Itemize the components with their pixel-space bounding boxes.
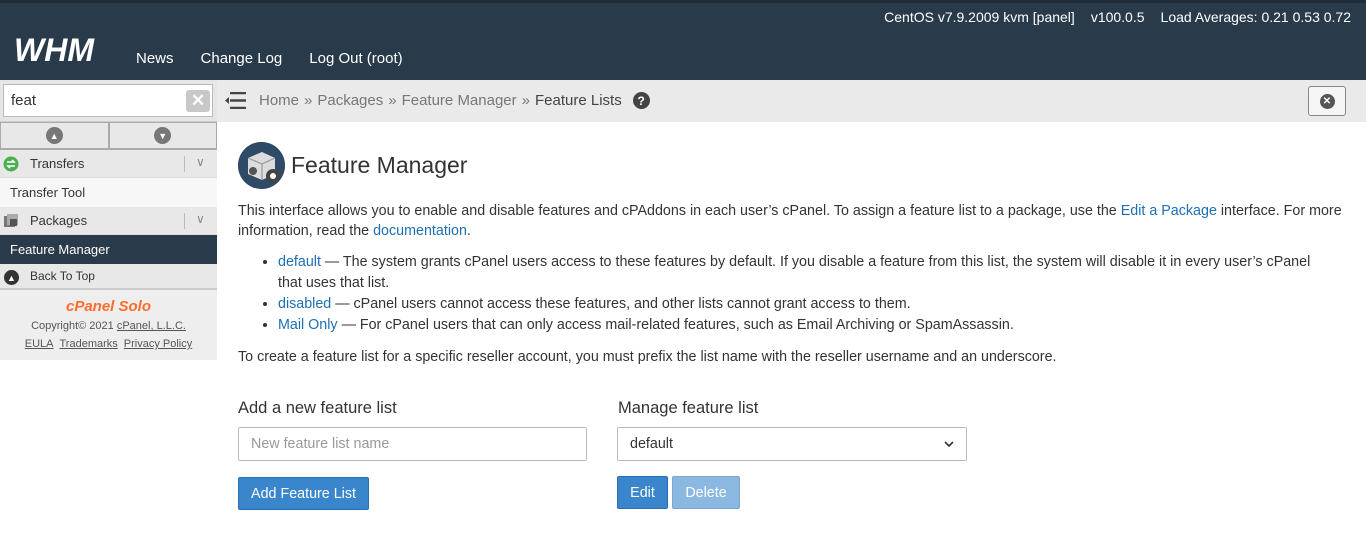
page-description: This interface allows you to enable and … xyxy=(238,203,1342,239)
sidebar: ✕ ▲ ▼ Transfers ∨ Transfer Tool Packages… xyxy=(0,80,217,552)
reseller-note: To create a feature list for a specific … xyxy=(238,349,1057,365)
eula-link[interactable]: EULA xyxy=(25,338,54,350)
category-packages[interactable]: Packages ∨ xyxy=(0,207,217,235)
arrow-up-icon: ▲ xyxy=(4,270,19,285)
mail-only-list-link[interactable]: Mail Only xyxy=(278,317,338,333)
category-label: Packages xyxy=(30,213,88,228)
scroll-up-button[interactable]: ▲ xyxy=(0,122,109,149)
close-button[interactable]: ✕ xyxy=(1308,86,1346,116)
search-input[interactable] xyxy=(3,84,213,117)
breadcrumb-bar: Home » Packages » Feature Manager » Feat… xyxy=(217,80,1366,122)
clear-search-icon[interactable]: ✕ xyxy=(186,90,210,112)
page-header: Feature Manager xyxy=(238,142,467,189)
delete-button[interactable]: Delete xyxy=(672,476,740,509)
feature-list-name-input[interactable] xyxy=(238,427,587,461)
breadcrumb-home[interactable]: Home xyxy=(259,92,299,109)
system-info: CentOS v7.9.2009 kvm [panel] v100.0.5 Lo… xyxy=(884,9,1351,25)
disabled-list-link[interactable]: disabled xyxy=(278,296,331,312)
cpanel-solo-logo: cPanel Solo xyxy=(65,298,152,315)
breadcrumb: Home » Packages » Feature Manager » Feat… xyxy=(259,92,650,109)
os-info: CentOS v7.9.2009 kvm [panel] xyxy=(884,9,1075,25)
svg-text:WHM: WHM xyxy=(14,34,95,66)
arrow-up-icon: ▲ xyxy=(45,127,63,144)
manage-feature-list-label: Manage feature list xyxy=(618,399,759,417)
feature-list-descriptions: default — The system grants cPanel users… xyxy=(278,252,1338,336)
category-transfers[interactable]: Transfers ∨ xyxy=(0,150,217,178)
company-link[interactable]: cPanel, L.L.C. xyxy=(117,320,186,332)
collapse-chevron-icon[interactable]: ∨ xyxy=(196,212,205,226)
breadcrumb-feature-manager[interactable]: Feature Manager xyxy=(402,92,517,109)
whm-logo[interactable]: WHM xyxy=(14,34,116,66)
nav-news[interactable]: News xyxy=(136,50,174,67)
privacy-link[interactable]: Privacy Policy xyxy=(124,338,192,350)
trademarks-link[interactable]: Trademarks xyxy=(60,338,118,350)
collapse-sidebar-icon[interactable] xyxy=(225,92,246,109)
nav-logout[interactable]: Log Out (root) xyxy=(309,50,402,67)
list-item: default — The system grants cPanel users… xyxy=(278,252,1338,294)
sidebar-item-feature-manager[interactable]: Feature Manager xyxy=(0,235,217,264)
add-feature-list-button[interactable]: Add Feature List xyxy=(238,477,369,510)
breadcrumb-current: Feature Lists xyxy=(535,92,622,109)
top-nav: News Change Log Log Out (root) xyxy=(136,50,403,67)
copyright: Copyright© 2021 cPanel, L.L.C. xyxy=(31,320,186,332)
nav-changelog[interactable]: Change Log xyxy=(201,50,283,67)
sidebar-footer: cPanel Solo Copyright© 2021 cPanel, L.L.… xyxy=(0,290,217,360)
breadcrumb-packages[interactable]: Packages xyxy=(317,92,383,109)
documentation-link[interactable]: documentation xyxy=(373,223,467,239)
transfers-icon xyxy=(3,156,19,172)
back-to-top[interactable]: ▲ Back To Top xyxy=(0,264,217,290)
collapse-chevron-icon[interactable]: ∨ xyxy=(196,155,205,169)
edit-package-link[interactable]: Edit a Package xyxy=(1121,203,1217,219)
version-info: v100.0.5 xyxy=(1090,9,1145,25)
page-title: Feature Manager xyxy=(291,152,468,178)
chevron-down-icon xyxy=(944,440,954,447)
list-item: Mail Only — For cPanel users that can on… xyxy=(278,315,1338,336)
load-averages: Load Averages: 0.21 0.53 0.72 xyxy=(1160,9,1351,25)
sidebar-search: ✕ xyxy=(0,80,217,122)
top-header: CentOS v7.9.2009 kvm [panel] v100.0.5 Lo… xyxy=(0,0,1366,80)
edit-button[interactable]: Edit xyxy=(617,476,668,509)
category-label: Transfers xyxy=(30,156,85,171)
scroll-down-button[interactable]: ▼ xyxy=(108,122,217,149)
add-feature-list-label: Add a new feature list xyxy=(238,399,397,417)
help-icon[interactable]: ? xyxy=(632,92,650,109)
arrow-down-icon: ▼ xyxy=(154,127,172,144)
close-icon: ✕ xyxy=(1319,93,1335,109)
default-list-link[interactable]: default xyxy=(278,254,321,270)
packages-icon xyxy=(4,214,18,227)
feature-manager-icon xyxy=(238,142,285,189)
sidebar-item-transfer-tool[interactable]: Transfer Tool xyxy=(0,178,217,207)
list-item: disabled — cPanel users cannot access th… xyxy=(278,294,1338,315)
sidebar-scroll-controls: ▲ ▼ xyxy=(0,122,217,150)
footer-links: EULA Trademarks Privacy Policy xyxy=(0,338,217,350)
feature-list-select[interactable]: default xyxy=(617,427,967,461)
